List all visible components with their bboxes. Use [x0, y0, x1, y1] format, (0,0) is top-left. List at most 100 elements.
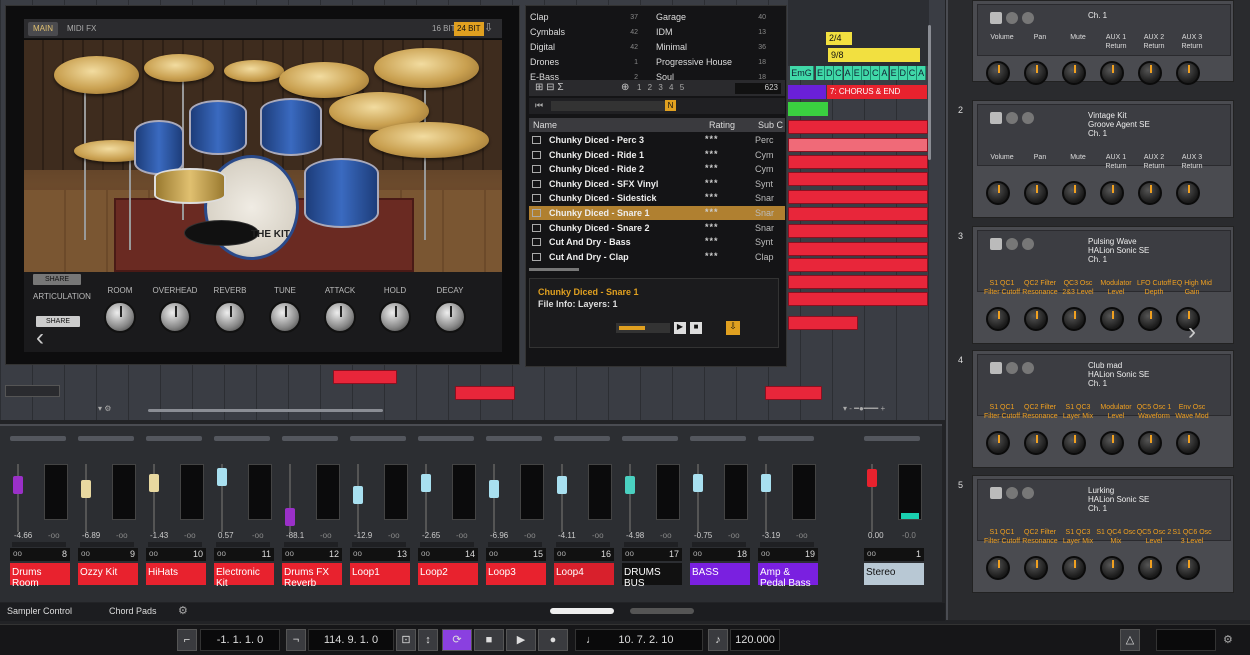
channel-name[interactable]: Ozzy Kit [78, 563, 138, 585]
link-icon[interactable]: oo [489, 549, 498, 558]
audio-part[interactable] [788, 155, 928, 169]
crash-cymbal-center[interactable] [144, 54, 214, 82]
channel-insert-slot[interactable] [78, 436, 134, 441]
link-icon[interactable]: oo [13, 549, 22, 558]
audio-part[interactable] [788, 172, 928, 186]
link-icon[interactable]: oo [625, 549, 634, 558]
rack-knob[interactable] [1138, 556, 1162, 580]
rack-knob[interactable] [1100, 61, 1124, 85]
page-indicator-active[interactable] [550, 608, 614, 614]
zoom-slider[interactable]: ▾ - ━●━━━ + [843, 404, 885, 413]
rack-knob[interactable] [1100, 181, 1124, 205]
channel-name-stereo[interactable]: Stereo [864, 563, 924, 585]
marker-previous[interactable] [788, 85, 826, 99]
audio-part[interactable] [455, 386, 515, 400]
category-item[interactable]: Cymbals [530, 27, 565, 37]
chord-event[interactable]: D [862, 66, 871, 80]
right-locator-icon[interactable]: ¬ [286, 629, 306, 651]
link-icon[interactable]: oo [217, 549, 226, 558]
channel-name[interactable]: HiHats [146, 563, 206, 585]
edit-icon[interactable] [1006, 487, 1018, 499]
rack-knob[interactable] [1062, 307, 1086, 331]
fader-handle[interactable] [761, 474, 771, 492]
column-subcategory[interactable]: Sub C [758, 120, 783, 130]
rack-knob[interactable] [1062, 556, 1086, 580]
fader-handle[interactable] [421, 474, 431, 492]
chord-event[interactable]: E [852, 66, 862, 80]
category-item[interactable]: Garage [656, 12, 686, 22]
time-signature-2-4[interactable]: 2/4 [826, 32, 852, 45]
result-row[interactable]: Chunky Diced - SFX Vinyl *** Synt [529, 177, 785, 191]
audio-part[interactable] [788, 242, 928, 256]
chord-track[interactable]: EmG E D C A E D C A E D C A [790, 66, 927, 80]
fader-handle[interactable] [285, 508, 295, 526]
audio-part[interactable] [788, 138, 928, 152]
settings-icon[interactable]: ⚙ [1223, 633, 1233, 646]
rack-knob[interactable] [1100, 307, 1124, 331]
preview-midi-icon[interactable]: ⇩ [726, 321, 740, 335]
chord-event[interactable]: E [816, 66, 825, 80]
pagination-add-icon[interactable]: ⊕ [621, 82, 629, 93]
result-rating[interactable]: *** [705, 149, 719, 159]
link-icon[interactable]: oo [285, 549, 294, 558]
result-rating[interactable]: *** [705, 192, 719, 202]
knob-hold[interactable]: HOLD [366, 286, 424, 333]
floor-tom[interactable] [304, 158, 379, 228]
fader-handle[interactable] [489, 480, 499, 498]
chord-event[interactable]: A [917, 66, 927, 80]
settings-icon[interactable] [1022, 362, 1034, 374]
link-icon[interactable]: oo [421, 549, 430, 558]
audio-part[interactable] [765, 386, 822, 400]
column-rating[interactable]: Rating [709, 120, 735, 130]
channel-insert-slot[interactable] [418, 436, 474, 441]
green-part[interactable] [788, 102, 828, 116]
edit-icon[interactable] [1006, 12, 1018, 24]
skip-back-icon[interactable]: ⏮ [535, 100, 543, 111]
link-icon[interactable]: oo [557, 549, 566, 558]
left-locator-icon[interactable]: ⌐ [177, 629, 197, 651]
audio-part[interactable] [788, 224, 928, 238]
category-item[interactable]: Minimal [656, 42, 687, 52]
channel-name[interactable]: Drums FX Reverb [282, 563, 342, 589]
rack-knob[interactable] [1138, 181, 1162, 205]
power-icon[interactable] [990, 362, 1002, 374]
search-input[interactable] [551, 101, 666, 111]
power-icon[interactable] [990, 238, 1002, 250]
edit-icon[interactable] [1006, 362, 1018, 374]
fader-handle[interactable] [353, 486, 363, 504]
audio-part[interactable] [788, 316, 858, 330]
link-icon[interactable]: oo [149, 549, 158, 558]
rack-knob[interactable] [1138, 307, 1162, 331]
fader-handle[interactable] [625, 476, 635, 494]
page-indicator[interactable] [630, 608, 694, 614]
category-item[interactable]: IDM [656, 27, 673, 37]
rack-knob[interactable] [1062, 431, 1086, 455]
result-rating[interactable]: *** [705, 178, 719, 188]
category-item[interactable]: Digital [530, 42, 555, 52]
channel-name[interactable]: Loop1 [350, 563, 410, 585]
link-icon[interactable]: oo [353, 549, 362, 558]
channel-insert-slot[interactable] [350, 436, 406, 441]
fader-handle[interactable] [149, 474, 159, 492]
fader-handle[interactable] [217, 468, 227, 486]
tab-sampler-control[interactable]: Sampler Control [7, 606, 72, 616]
tab-midi-fx[interactable]: MIDI FX [62, 22, 101, 36]
knob-overhead[interactable]: OVERHEAD [146, 286, 204, 333]
rack-knob[interactable] [986, 307, 1010, 331]
result-rating[interactable]: *** [705, 207, 719, 217]
record-button[interactable]: ● [538, 629, 568, 651]
tom-1[interactable] [189, 100, 247, 155]
pan-control[interactable] [352, 542, 406, 547]
punch-icon[interactable]: ⊡ [396, 629, 416, 651]
edit-icon[interactable] [1006, 112, 1018, 124]
link-icon[interactable]: oo [81, 549, 90, 558]
channel-insert-slot[interactable] [214, 436, 270, 441]
knob-control[interactable] [104, 301, 136, 333]
audio-part[interactable] [788, 292, 928, 306]
knob-control[interactable] [159, 301, 191, 333]
knob-control[interactable] [269, 301, 301, 333]
link-icon[interactable]: oo [693, 549, 702, 558]
pan-control[interactable] [80, 542, 134, 547]
fader-handle[interactable] [693, 474, 703, 492]
chord-event[interactable]: E [889, 66, 899, 80]
